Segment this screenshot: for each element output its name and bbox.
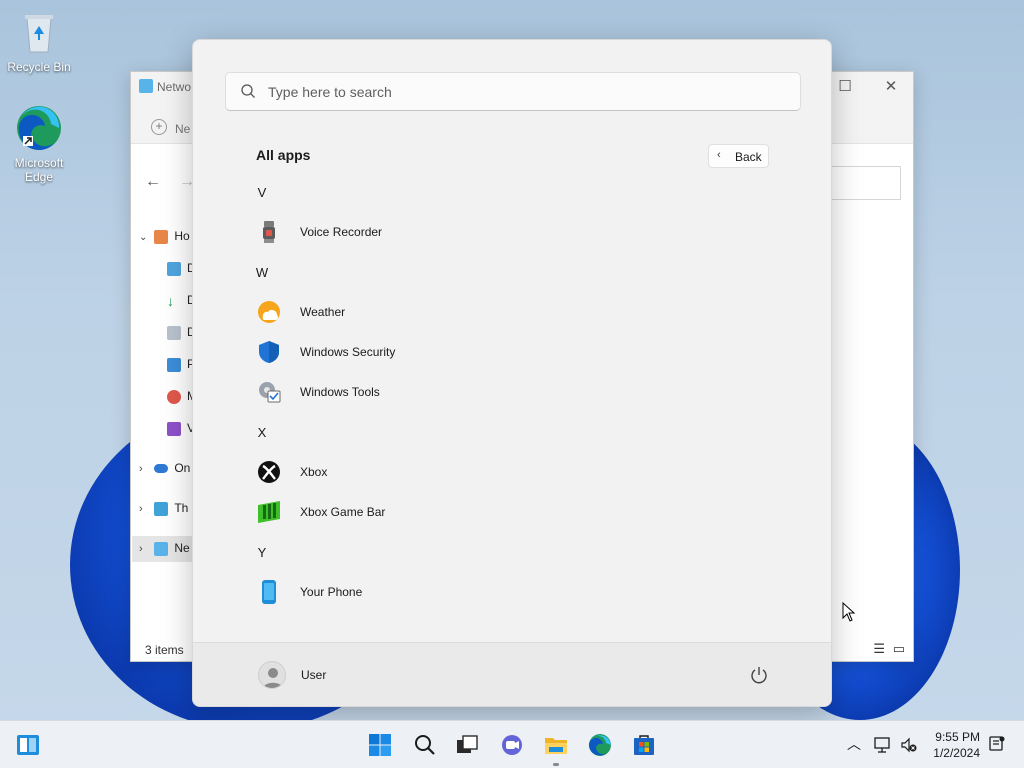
new-icon[interactable]: + — [151, 119, 167, 135]
power-icon[interactable] — [749, 665, 769, 685]
edge-icon[interactable] — [588, 733, 612, 757]
tree-item-network[interactable]: › Ne — [139, 538, 190, 558]
user-icon — [263, 668, 283, 688]
videos-icon — [167, 421, 181, 436]
close-icon[interactable]: ✕ — [881, 78, 901, 98]
user-name[interactable]: User — [301, 668, 326, 682]
app-voice-recorder[interactable]: Voice Recorder — [249, 214, 549, 250]
music-icon — [167, 389, 181, 404]
recycle-bin-icon — [15, 8, 63, 56]
new-button-label[interactable]: Ne — [175, 122, 190, 136]
app-windows-security[interactable]: Windows Security — [249, 334, 549, 370]
windows-security-icon — [259, 341, 279, 363]
mouse-cursor-icon — [842, 602, 856, 622]
letter-header-w[interactable]: W — [247, 265, 277, 285]
back-arrow-icon[interactable]: ← — [145, 173, 161, 191]
start-menu-footer: User — [193, 642, 831, 706]
tree-item-home[interactable]: ⌄ Ho — [139, 226, 190, 246]
chevron-right-icon[interactable]: › — [139, 539, 151, 559]
status-item-count: 3 items — [145, 643, 184, 657]
start-search-box[interactable]: Type here to search — [225, 72, 801, 111]
letter-header-y[interactable]: Y — [247, 545, 277, 565]
home-icon — [154, 229, 169, 244]
app-windows-tools[interactable]: Windows Tools — [249, 374, 549, 410]
pictures-icon — [167, 357, 181, 372]
volume-muted-icon[interactable] — [900, 736, 918, 754]
voice-recorder-icon — [263, 221, 275, 243]
chevron-left-icon: ‹ — [717, 149, 721, 161]
search-icon — [241, 84, 255, 98]
chevron-right-icon[interactable]: › — [139, 499, 151, 519]
maximize-icon[interactable]: ☐ — [835, 78, 855, 98]
taskbar: ︿ 9:55 PM 1/2/2024 — [0, 720, 1024, 768]
app-weather[interactable]: Weather — [249, 294, 549, 330]
network-icon — [139, 79, 153, 93]
desktop-icon-label: Microsoft Edge — [14, 156, 64, 184]
widgets-icon[interactable] — [16, 733, 40, 757]
clock-date: 1/2/2024 — [933, 746, 980, 760]
weather-icon — [258, 301, 280, 323]
your-phone-icon — [262, 580, 276, 604]
app-xbox[interactable]: Xbox — [249, 454, 549, 490]
network-icon — [154, 541, 169, 556]
clock[interactable]: 9:55 PM 1/2/2024 — [933, 729, 980, 761]
xbox-game-bar-icon — [258, 501, 280, 523]
start-button-windows-icon[interactable] — [368, 733, 392, 757]
tiles-view-icon[interactable]: ▭ — [893, 641, 905, 657]
search-placeholder: Type here to search — [268, 84, 392, 100]
microsoft-store-icon[interactable] — [632, 733, 656, 757]
chevron-down-icon[interactable]: ⌄ — [139, 228, 151, 248]
explorer-title: Netwo — [157, 80, 192, 94]
tree-item-videos[interactable]: V — [167, 418, 195, 438]
app-xbox-game-bar[interactable]: Xbox Game Bar — [249, 494, 549, 530]
onedrive-icon — [154, 464, 169, 474]
desktop-icon-label: Recycle Bin — [7, 60, 71, 74]
windows-tools-icon — [259, 382, 281, 403]
desktop-folder-icon — [167, 261, 181, 276]
network-status-icon[interactable] — [874, 736, 892, 754]
this-pc-icon — [154, 501, 169, 516]
back-button[interactable]: ‹ Back — [708, 144, 769, 168]
chat-icon[interactable] — [500, 733, 524, 757]
tree-item-this-pc[interactable]: › Th — [139, 498, 188, 518]
start-menu: Type here to search All apps ‹ Back V Vo… — [192, 39, 832, 707]
xbox-icon — [258, 461, 280, 483]
running-indicator — [553, 763, 559, 766]
letter-header-v[interactable]: V — [247, 185, 277, 205]
clock-time: 9:55 PM — [935, 730, 980, 744]
task-view-icon[interactable] — [455, 733, 479, 757]
desktop-icon-edge[interactable]: Microsoft Edge — [3, 104, 75, 184]
show-hidden-icons-chevron-icon[interactable]: ︿ — [847, 734, 861, 754]
letter-header-x[interactable]: X — [247, 425, 277, 445]
all-apps-heading: All apps — [256, 147, 311, 163]
downloads-icon: ↓ — [167, 292, 174, 309]
tree-item-onedrive[interactable]: › On — [139, 458, 190, 478]
user-avatar[interactable] — [258, 661, 286, 689]
documents-icon — [167, 325, 181, 340]
chevron-right-icon[interactable]: › — [139, 459, 151, 479]
search-icon[interactable] — [413, 733, 437, 757]
desktop-icon-recycle-bin[interactable]: Recycle Bin — [3, 8, 75, 74]
tree-item-pictures[interactable]: P — [167, 354, 195, 374]
app-your-phone[interactable]: Your Phone — [249, 574, 549, 610]
file-explorer-icon[interactable] — [544, 733, 568, 757]
notifications-icon[interactable] — [988, 735, 1006, 753]
edge-icon — [15, 104, 63, 152]
details-view-icon[interactable]: ☰ — [873, 641, 885, 657]
